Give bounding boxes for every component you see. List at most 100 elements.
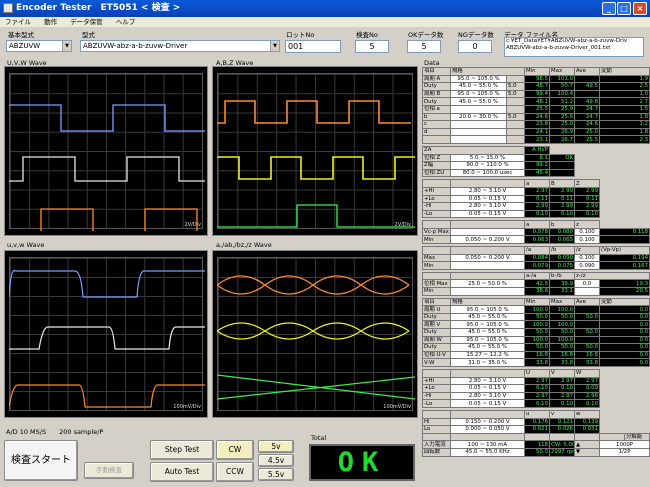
chevron-down-icon[interactable]: ▼ bbox=[270, 41, 279, 51]
sampling-info: A/D 10 MS/S 200 sample/P bbox=[6, 428, 104, 436]
data-cell: 33.1 bbox=[549, 287, 576, 296]
data-cell: 15.27 ~ 12.2 % bbox=[449, 350, 526, 360]
voltage-4-5v-button[interactable]: 4.5v bbox=[258, 454, 294, 467]
data-cell: Min bbox=[422, 287, 451, 296]
data-cell: 5.0 ~ 15.0 % bbox=[449, 153, 526, 163]
data-cell: 0.0 bbox=[599, 320, 650, 329]
menu-data-save[interactable]: データ保管 bbox=[70, 18, 103, 26]
data-cell bbox=[574, 305, 601, 314]
data2-header-row: 項目 規格 Min Max Ave 変動 bbox=[422, 297, 650, 307]
data-cell bbox=[505, 74, 526, 84]
ab-inv-traces bbox=[217, 275, 415, 400]
data-row: 入力電流100 ~ 130 mA118CW: 5.00 V▲1000P bbox=[422, 440, 650, 449]
chevron-down-icon[interactable]: ▼ bbox=[62, 41, 71, 51]
data-cell: 0.194 bbox=[599, 253, 650, 263]
data-cell bbox=[449, 179, 526, 188]
window-title: Encoder Tester ET5051 < 検査 > bbox=[16, 3, 181, 13]
trace-v-inv bbox=[9, 326, 205, 350]
data-cell: 95.0 ~ 105.0 % bbox=[450, 74, 507, 84]
voltage-5-5v-button[interactable]: 5.5v bbox=[258, 468, 294, 481]
trace-a-inv-sine bbox=[217, 275, 410, 295]
data-cell bbox=[505, 127, 526, 137]
data-cell: 8.1 bbox=[524, 153, 551, 163]
basic-type-select[interactable]: ABZUVW ▼ bbox=[6, 40, 72, 52]
data-cell bbox=[505, 135, 526, 144]
data-row: 23.1 26.7 25.5 2.3 bbox=[422, 135, 650, 144]
menu-file[interactable]: ファイル bbox=[5, 18, 31, 26]
menu-operation[interactable]: 動作 bbox=[44, 18, 57, 26]
data-cell: W bbox=[574, 368, 601, 378]
data-cell: 19.3 bbox=[599, 279, 650, 289]
menu-help[interactable]: ヘルプ bbox=[116, 18, 136, 26]
data-cell: A Hi/P bbox=[524, 145, 551, 155]
data-cell: 0.084 bbox=[524, 253, 551, 263]
data-cell: 1/2P bbox=[599, 447, 650, 457]
vpp2-header-row: /a/b/z (Vp-Vp) bbox=[422, 246, 650, 255]
phase-header-row: a-/a b-/b z-/z bbox=[422, 271, 650, 281]
foot-label-row: 分解能 bbox=[422, 432, 650, 442]
data-cell: v bbox=[549, 409, 576, 419]
data-cell: 50.0 bbox=[574, 312, 601, 322]
data-cell: -Hi bbox=[422, 202, 451, 211]
ccw-button[interactable]: CCW bbox=[216, 462, 254, 482]
data-cell: 2.97 bbox=[524, 391, 551, 401]
data-cell bbox=[449, 432, 526, 442]
abz-wave-scope: 2V/Div bbox=[212, 66, 418, 236]
data-cell: /z bbox=[574, 246, 601, 255]
data-cell: Vc-p Max bbox=[422, 227, 451, 237]
cw-button[interactable]: CW bbox=[216, 440, 254, 460]
manual-inspection-button[interactable]: 手動検査 bbox=[84, 462, 134, 479]
data-cell: 38.8 bbox=[524, 287, 551, 296]
data-cell bbox=[449, 287, 526, 296]
data-row: Duty 45.0 ~ 55.0 % 50.0 50.0 50.0 0.0 bbox=[422, 312, 650, 322]
data-cell: b bbox=[422, 112, 451, 122]
uvw-inv-scale: 100mV/Div bbox=[173, 404, 201, 410]
data-cell: 0.100 bbox=[574, 235, 601, 245]
step-test-button[interactable]: Step Test bbox=[150, 440, 214, 460]
voltage-5v-button[interactable]: 5v bbox=[258, 440, 294, 453]
data-cell: 2.80 ~ 3.10 V bbox=[449, 391, 526, 401]
data-cell: 49.5 bbox=[574, 82, 601, 91]
minimize-button[interactable]: _ bbox=[602, 2, 616, 15]
data-cell: Z bbox=[574, 179, 601, 188]
model-select[interactable]: ABZUVW-abz-a-b-zuvw-Driver ▼ bbox=[80, 40, 280, 52]
data-cell: Duty bbox=[422, 328, 451, 337]
data-cell: z-/z bbox=[574, 271, 650, 281]
auto-test-button[interactable]: Auto Test bbox=[150, 462, 214, 482]
data-cell: 0.10 bbox=[549, 399, 576, 408]
data-cell bbox=[505, 104, 526, 114]
data-cell: 1.9 bbox=[599, 74, 650, 84]
data-cell bbox=[505, 120, 526, 129]
data-cell: 24.7 bbox=[574, 112, 601, 122]
ab-inv-scale: 100mV/Div bbox=[383, 404, 411, 410]
data-cell: 45.0 ~ 55.0 % bbox=[449, 312, 526, 322]
data-cell: 1.8 bbox=[599, 112, 650, 122]
data-cell: 位相 Z bbox=[422, 153, 451, 163]
data-cell: 0.10 bbox=[574, 399, 601, 408]
data-cell: 1.5 bbox=[599, 104, 650, 114]
file-path-line: c:¥ET_Data¥ET¥ABZUVW-abz-a-b-zuvw-Driv bbox=[506, 38, 628, 44]
vpp-header-row: abz bbox=[422, 220, 650, 229]
data-cell bbox=[574, 335, 601, 345]
model-value: ABZUVW-abz-a-b-zuvw-Driver bbox=[83, 42, 188, 50]
data-row: 回転数45.0 ~ 55.0 KHz50.02997 rpm▼1/2P bbox=[422, 447, 650, 457]
data-cell bbox=[422, 179, 451, 188]
data-cell: 周期 V bbox=[422, 320, 451, 329]
lot-input[interactable]: 001 bbox=[285, 40, 341, 53]
data-cell: 80.0 ~ 100.0 usec bbox=[449, 168, 526, 178]
data-cell bbox=[574, 89, 601, 99]
data-cell: ▼ bbox=[574, 447, 601, 457]
data-cell: 1.8 bbox=[599, 127, 650, 137]
data-cell bbox=[549, 161, 576, 170]
maximize-button[interactable]: □ bbox=[617, 2, 631, 15]
data-cell bbox=[422, 246, 451, 255]
data-cell: +Lo bbox=[422, 384, 451, 393]
data-cell: 0.0 bbox=[599, 350, 650, 360]
data-cell: 5.0 bbox=[505, 112, 526, 122]
data-cell: 33.8 bbox=[524, 358, 551, 367]
data-cell: Hi bbox=[422, 417, 451, 427]
data-cell: 0.167 bbox=[599, 261, 650, 270]
data-cell: 2.7 bbox=[599, 97, 650, 106]
close-button[interactable]: × bbox=[633, 2, 647, 15]
start-inspection-button[interactable]: 検査スタート bbox=[4, 440, 78, 481]
